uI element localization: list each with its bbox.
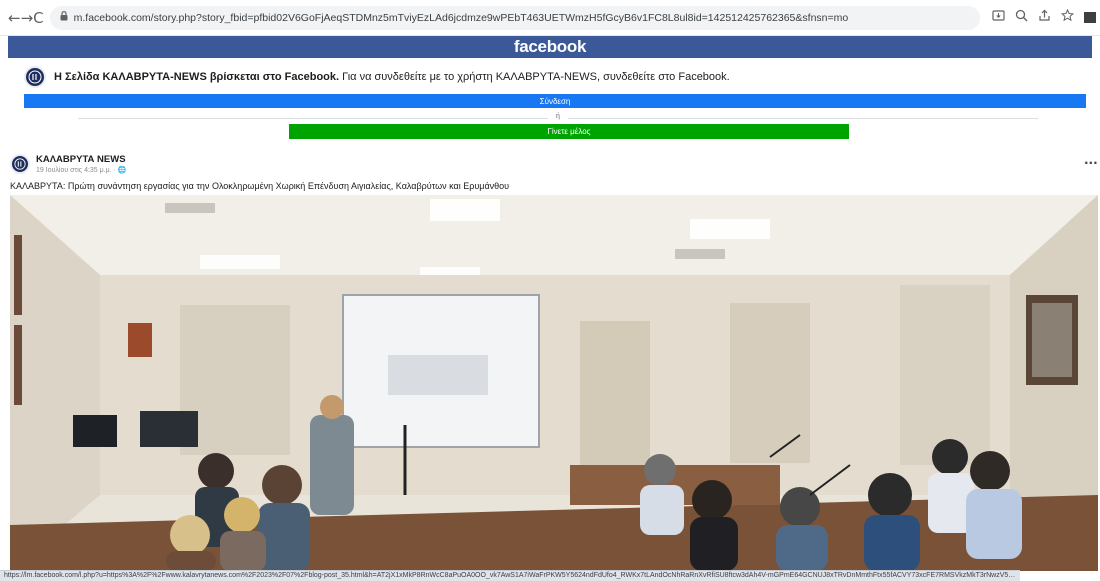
address-bar[interactable]: m.facebook.com/story.php?story_fbid=pfbi… (49, 5, 980, 30)
browser-toolbar: ← → C m.facebook.com/story.php?story_fbi… (0, 0, 1100, 36)
post-author-avatar[interactable] (10, 154, 30, 174)
page-avatar[interactable] (24, 66, 46, 88)
zoom-search-icon[interactable] (1015, 9, 1028, 26)
facebook-header: facebook (8, 36, 1092, 58)
post-header: ΚΑΛΑΒΡΥΤΑ NEWS 19 Ιουλίου στις 4:35 μ.μ.… (10, 154, 127, 174)
or-divider: ή (78, 113, 1038, 123)
banner-page-name: Η Σελίδα ΚΑΛΑΒΡΥΤΑ-NEWS βρίσκεται στο Fa… (54, 71, 340, 83)
banner-prompt: Για να συνδεθείτε με το χρήστη ΚΑΛΑΒΡΥΤΑ… (339, 71, 730, 83)
meeting-room-photo (10, 195, 1098, 571)
post-text: ΚΑΛΑΒΡΥΤΑ: Πρώτη συνάντηση εργασίας για … (10, 181, 510, 191)
login-banner: Η Σελίδα ΚΑΛΑΒΡΥΤΑ-NEWS βρίσκεται στο Fa… (8, 58, 1092, 148)
facebook-logo[interactable]: facebook (514, 37, 587, 57)
banner-text: Η Σελίδα ΚΑΛΑΒΡΥΤΑ-NEWS βρίσκεται στο Fa… (54, 71, 730, 83)
post-meta: ΚΑΛΑΒΡΥΤΑ NEWS 19 Ιουλίου στις 4:35 μ.μ.… (36, 154, 127, 174)
post-photo[interactable] (10, 195, 1098, 571)
share-icon[interactable] (1038, 9, 1051, 26)
or-label: ή (548, 113, 568, 120)
forward-arrow-icon[interactable]: → (21, 7, 34, 29)
toolbar-actions: S (992, 8, 1100, 27)
banner-message: Η Σελίδα ΚΑΛΑΒΡΥΤΑ-NEWS βρίσκεται στο Fa… (24, 66, 730, 88)
back-arrow-icon[interactable]: ← (8, 7, 21, 29)
screenshot-root: ← → C m.facebook.com/story.php?story_fbi… (0, 0, 1100, 581)
reload-icon[interactable]: C (33, 7, 43, 29)
url-text[interactable]: m.facebook.com/story.php?story_fbid=pfbi… (74, 12, 849, 24)
side-panel-icon[interactable] (1083, 12, 1096, 23)
install-app-icon[interactable] (992, 9, 1005, 26)
post-author-name[interactable]: ΚΑΛΑΒΡΥΤΑ NEWS (36, 154, 127, 165)
link-preview-status-bar: https://lm.facebook.com/l.php?u=https%3A… (0, 570, 1020, 581)
login-button[interactable]: Σύνδεση (24, 94, 1086, 108)
lock-icon[interactable] (60, 11, 68, 24)
signup-button[interactable]: Γίνετε μέλος (289, 124, 849, 139)
post-timestamp[interactable]: 19 Ιουλίου στις 4:35 μ.μ. · 🌐 (36, 166, 127, 174)
more-options-icon[interactable]: ··· (1084, 156, 1098, 170)
bookmark-star-icon[interactable] (1060, 8, 1074, 26)
